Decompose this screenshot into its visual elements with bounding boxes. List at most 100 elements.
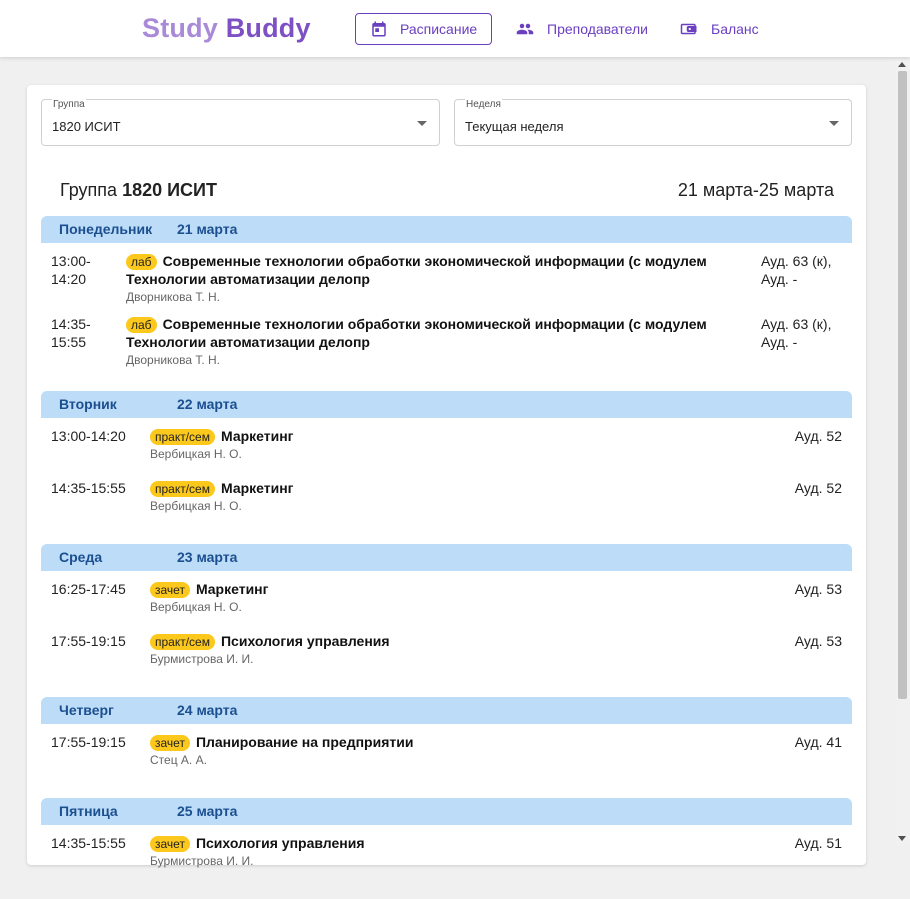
day-date: 21 марта xyxy=(177,221,238,237)
dropdown-arrow-icon xyxy=(417,121,427,126)
day-date: 23 марта xyxy=(177,549,238,565)
lesson-item[interactable]: 16:25-17:45 зачет Маркетинг Вербицкая Н. … xyxy=(41,571,852,623)
lesson-time: 17:55-19:15 xyxy=(51,734,126,750)
lesson-type-badge: практ/сем xyxy=(150,634,215,650)
dropdown-arrow-icon xyxy=(829,121,839,126)
lesson-subject: Маркетинг xyxy=(220,428,294,444)
lesson-time-end: 15:55 xyxy=(51,334,87,350)
day-name: Понедельник xyxy=(59,221,153,237)
title-prefix: Группа xyxy=(60,180,118,200)
lesson-type-badge: лаб xyxy=(126,317,157,333)
lesson-item[interactable]: 14:35- 15:55 лаб Современные технологии о… xyxy=(41,306,852,369)
day-date: 22 марта xyxy=(177,396,238,412)
schedule-title: Группа 1820 ИСИТ 21 марта-25 марта xyxy=(60,180,834,201)
logo-word-study: Study xyxy=(142,13,219,43)
lesson-subject: Психология управления xyxy=(195,835,365,851)
lesson-time: 17:55-19:15 xyxy=(51,633,126,649)
lesson-teacher: Бурмистрова И. И. xyxy=(150,854,254,868)
day-name: Вторник xyxy=(59,396,117,412)
lesson-room: Ауд. 52 xyxy=(794,480,842,496)
lesson-type-badge: зачет xyxy=(150,735,190,751)
day-header: Четверг 24 марта xyxy=(41,697,852,724)
lesson-teacher: Вербицкая Н. О. xyxy=(150,600,242,614)
day-thursday: Четверг 24 марта 17:55-19:15 зачет Планир… xyxy=(41,697,852,776)
day-tuesday: Вторник 22 марта 13:00-14:20 практ/сем Ма… xyxy=(41,391,852,522)
nav-schedule-label: Расписание xyxy=(400,21,478,37)
day-name: Пятница xyxy=(59,803,118,819)
lesson-item[interactable]: 13:00-14:20 практ/сем Маркетинг Вербицкая… xyxy=(41,418,852,470)
days-list: Понедельник 21 марта 13:00- 14:20 лаб Сов… xyxy=(41,216,852,899)
lesson-time-start: 14:35- xyxy=(51,316,91,332)
lesson-room-line1: Ауд. 63 (к), xyxy=(761,253,832,269)
schedule-card: Группа 1820 ИСИТ Неделя Текущая неделя Г… xyxy=(27,85,866,868)
day-header: Среда 23 марта xyxy=(41,544,852,571)
lesson-teacher: Вербицкая Н. О. xyxy=(150,447,242,461)
lesson-body: зачет Маркетинг Вербицкая Н. О. xyxy=(150,580,852,615)
lesson-time-end: 14:20 xyxy=(51,271,87,287)
lesson-subject: Современные технологии обработки экономи… xyxy=(126,253,707,287)
day-header: Понедельник 21 марта xyxy=(41,216,852,243)
lesson-body: зачет Психология управления Бурмистрова И… xyxy=(150,834,852,869)
lesson-item[interactable]: 14:35-15:55 практ/сем Маркетинг Вербицкая… xyxy=(41,470,852,522)
day-date: 24 марта xyxy=(177,702,238,718)
scrollbar-thumb[interactable] xyxy=(898,71,907,699)
lesson-time: 16:25-17:45 xyxy=(51,581,126,597)
lesson-subject: Современные технологии обработки экономи… xyxy=(126,316,707,350)
group-select-label: Группа xyxy=(52,99,86,110)
lesson-room-line1: Ауд. 63 (к), xyxy=(761,316,832,332)
lesson-time-start: 13:00- xyxy=(51,253,91,269)
week-select-value: Текущая неделя xyxy=(465,119,564,134)
lesson-type-badge: практ/сем xyxy=(150,481,215,497)
day-friday: Пятница 25 марта 14:35-15:55 зачет Психол… xyxy=(41,798,852,877)
lesson-teacher: Вербицкая Н. О. xyxy=(150,499,242,513)
lesson-room: Ауд. 53 xyxy=(794,581,842,597)
lesson-body: практ/сем Психология управления Бурмистро… xyxy=(150,632,852,667)
lesson-item[interactable]: 13:00- 14:20 лаб Современные технологии о… xyxy=(41,243,852,306)
lesson-body: практ/сем Маркетинг Вербицкая Н. О. xyxy=(150,427,852,462)
group-select-value: 1820 ИСИТ xyxy=(52,119,121,134)
lesson-type-badge: лаб xyxy=(126,254,157,270)
lesson-room: Ауд. 53 xyxy=(794,633,842,649)
week-select[interactable]: Неделя Текущая неделя xyxy=(454,99,852,146)
day-date: 25 марта xyxy=(177,803,238,819)
lesson-time: 14:35-15:55 xyxy=(51,480,126,496)
lesson-item[interactable]: 14:35-15:55 зачет Психология управления Б… xyxy=(41,825,852,877)
nav-balance-button[interactable]: Баланс xyxy=(679,13,759,45)
lesson-type-badge: практ/сем xyxy=(150,429,215,445)
lesson-subject: Психология управления xyxy=(220,633,390,649)
lesson-room: Ауд. 63 (к), Ауд. - xyxy=(761,252,831,288)
app-logo[interactable]: Study Buddy xyxy=(142,13,311,44)
page-scrollbar[interactable] xyxy=(895,57,910,846)
lesson-room-line2: Ауд. - xyxy=(761,334,798,350)
lesson-subject: Маркетинг xyxy=(195,581,269,597)
lesson-room: Ауд. 52 xyxy=(794,428,842,444)
lesson-item[interactable]: 17:55-19:15 зачет Планирование на предпри… xyxy=(41,724,852,776)
lesson-item[interactable]: 17:55-19:15 практ/сем Психология управлен… xyxy=(41,623,852,675)
lesson-type-badge: зачет xyxy=(150,582,190,598)
lesson-time: 14:35- 15:55 xyxy=(51,315,91,351)
day-header: Вторник 22 марта xyxy=(41,391,852,418)
nav-teachers-button[interactable]: Преподаватели xyxy=(515,13,648,45)
scroll-down-arrow-icon[interactable] xyxy=(898,836,906,841)
lesson-teacher: Дворникова Т. Н. xyxy=(126,353,221,367)
lesson-room: Ауд. 51 xyxy=(794,835,842,851)
top-app-bar: Study Buddy Расписание Преподаватели Бал… xyxy=(0,0,910,57)
day-header: Пятница 25 марта xyxy=(41,798,852,825)
lesson-room-line2: Ауд. - xyxy=(761,271,798,287)
calendar-icon xyxy=(372,21,386,37)
day-monday: Понедельник 21 марта 13:00- 14:20 лаб Сов… xyxy=(41,216,852,369)
lesson-time: 13:00- 14:20 xyxy=(51,252,91,288)
lesson-subject: Планирование на предприятии xyxy=(195,734,414,750)
scroll-up-arrow-icon[interactable] xyxy=(898,62,906,67)
lesson-subject: Маркетинг xyxy=(220,480,294,496)
lesson-body: практ/сем Маркетинг Вербицкая Н. О. xyxy=(150,479,852,514)
lesson-type-badge: зачет xyxy=(150,836,190,852)
people-icon xyxy=(516,23,534,35)
lesson-room: Ауд. 41 xyxy=(794,734,842,750)
lesson-time: 14:35-15:55 xyxy=(51,835,126,851)
lesson-teacher: Дворникова Т. Н. xyxy=(126,290,221,304)
group-select[interactable]: Группа 1820 ИСИТ xyxy=(41,99,440,146)
week-date-range: 21 марта-25 марта xyxy=(677,180,834,200)
nav-schedule-button[interactable]: Расписание xyxy=(355,13,493,45)
logo-word-buddy: Buddy xyxy=(225,13,311,43)
